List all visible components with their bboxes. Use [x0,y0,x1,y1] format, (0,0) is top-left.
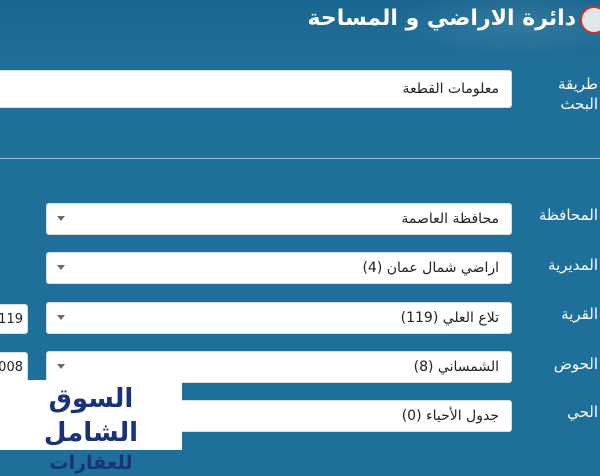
search-method-label: طريقة البحث [557,75,598,113]
district-label: الحي [567,403,598,421]
village-code-value: 119 [0,311,23,327]
basin-code-value: 008 [0,359,23,375]
directorate-select[interactable]: اراضي شمال عمان (4) [46,252,512,284]
dls-logo-icon [580,6,600,34]
directorate-label: المديرية [548,256,598,274]
governorate-value: محافظة العاصمة [401,211,499,227]
village-select[interactable]: تلاع العلي (119) [46,302,512,334]
search-method-button[interactable]: معلومات القطعة [0,70,512,108]
chevron-down-icon [57,265,65,270]
village-value: تلاع العلي (119) [400,310,499,326]
district-value: جدول الأحياء (0) [401,408,499,424]
watermark-line-1: السوق الشامل [43,384,139,448]
governorate-label: المحافظة [538,206,598,224]
chevron-down-icon [57,216,65,221]
chevron-down-icon [57,364,65,369]
search-method-value: معلومات القطعة [402,81,500,97]
chevron-down-icon [57,315,65,320]
watermark-overlay: السوق الشامل للعقارات [0,380,182,474]
basin-value: الشمساني (8) [413,359,499,375]
basin-select[interactable]: الشمساني (8) [46,351,512,383]
village-code-field[interactable]: 119 [0,304,28,334]
directorate-value: اراضي شمال عمان (4) [362,260,499,276]
watermark-line-2: للعقارات [49,452,133,474]
basin-code-field[interactable]: 008 [0,352,28,382]
village-label: القرية [561,305,598,323]
governorate-select[interactable]: محافظة العاصمة [46,203,512,235]
page-title: دائرة الاراضي و المساحة [307,6,576,31]
section-divider [0,158,600,159]
basin-label: الحوض [553,355,598,373]
